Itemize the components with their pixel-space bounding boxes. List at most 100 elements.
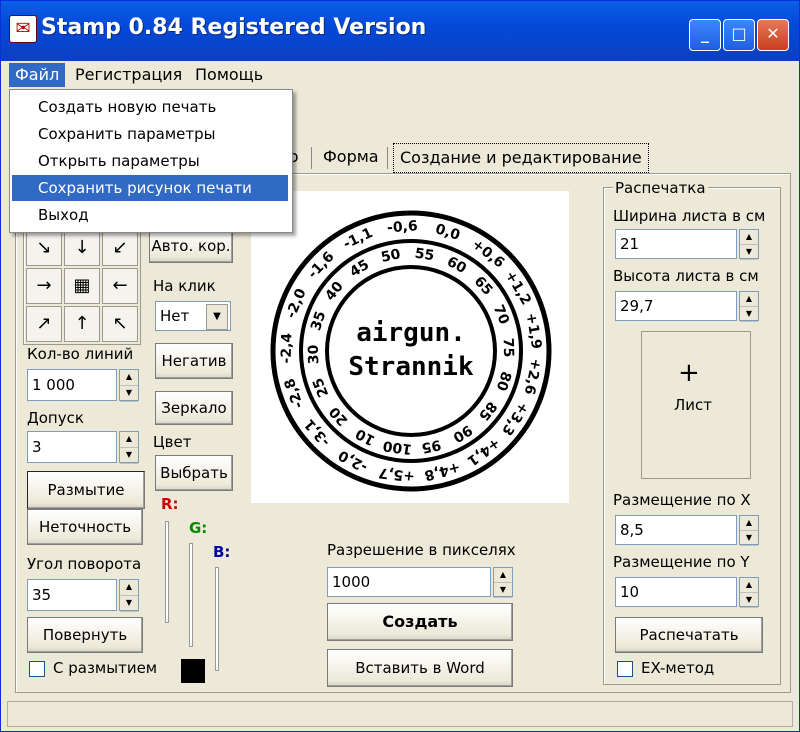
rotation-angle-spinner[interactable]: ▲ ▼ bbox=[119, 579, 139, 612]
arrow-up-right-icon[interactable]: ↗ bbox=[26, 306, 62, 342]
maximize-button[interactable]: □ bbox=[723, 19, 755, 51]
stamp-number: 0,0 bbox=[433, 221, 462, 244]
on-click-label: На клик bbox=[153, 277, 216, 295]
lines-count-spinner[interactable]: ▲ ▼ bbox=[119, 369, 139, 402]
crosshair-icon: + bbox=[678, 358, 700, 388]
tab-create-edit[interactable]: Создание и редактирование bbox=[393, 143, 649, 173]
red-slider[interactable] bbox=[165, 521, 169, 623]
sheet-width-spinner[interactable]: ▲ ▼ bbox=[739, 229, 759, 260]
stamp-number: 95 bbox=[420, 436, 442, 456]
pos-y-input[interactable]: 10 bbox=[615, 577, 737, 607]
print-button[interactable]: Распечатать bbox=[615, 617, 763, 653]
menu-item-new-stamp[interactable]: Создать новую печать bbox=[12, 94, 288, 120]
sheet-width-input[interactable]: 21 bbox=[615, 229, 737, 259]
resolution-input[interactable]: 1000 bbox=[327, 567, 491, 597]
center-grid-icon[interactable]: ▦ bbox=[64, 268, 100, 304]
spin-down-icon[interactable]: ▼ bbox=[120, 386, 138, 402]
spin-up-icon[interactable]: ▲ bbox=[740, 578, 758, 593]
stamp-middle-ring bbox=[299, 239, 523, 463]
spin-down-icon[interactable]: ▼ bbox=[740, 307, 758, 322]
ex-method-checkbox[interactable] bbox=[617, 661, 633, 677]
auto-correct-button[interactable]: Авто. кор. bbox=[149, 229, 233, 263]
arrow-down-icon[interactable]: ↓ bbox=[64, 230, 100, 266]
menu-item-exit[interactable]: Выход bbox=[12, 202, 288, 228]
spin-down-icon[interactable]: ▼ bbox=[120, 448, 138, 464]
stamp-number: 30 bbox=[306, 344, 323, 364]
on-click-select[interactable]: Нет ▼ bbox=[155, 301, 231, 331]
rotation-angle-input[interactable]: 35 bbox=[27, 579, 117, 611]
blur-checkbox[interactable] bbox=[29, 661, 45, 677]
chevron-down-icon[interactable]: ▼ bbox=[206, 304, 228, 330]
close-button[interactable]: ✕ bbox=[757, 19, 789, 51]
stamp-inner-ring bbox=[325, 265, 497, 437]
sheet-width-label: Ширина листа в см bbox=[613, 207, 766, 225]
spin-down-icon[interactable]: ▼ bbox=[494, 583, 512, 598]
lines-count-input[interactable]: 1 000 bbox=[27, 369, 117, 401]
spin-up-icon[interactable]: ▲ bbox=[120, 580, 138, 596]
pos-y-spinner[interactable]: ▲ ▼ bbox=[739, 577, 759, 608]
create-button[interactable]: Создать bbox=[327, 603, 513, 641]
minimize-button[interactable]: _ bbox=[689, 19, 721, 51]
green-slider[interactable] bbox=[189, 543, 193, 647]
stamp-number: 35 bbox=[308, 309, 329, 332]
title-bar[interactable]: ✉ Stamp 0.84 Registered Version _ □ ✕ bbox=[1, 1, 799, 61]
spin-up-icon[interactable]: ▲ bbox=[740, 516, 758, 531]
blur-checkbox-label: С размытием bbox=[53, 659, 158, 677]
spin-up-icon[interactable]: ▲ bbox=[120, 370, 138, 386]
arrow-down-right-icon[interactable]: ↘ bbox=[26, 230, 62, 266]
menu-item-save-params[interactable]: Сохранить параметры bbox=[12, 121, 288, 147]
rotation-angle-label: Угол поворота bbox=[27, 555, 142, 573]
choose-color-button[interactable]: Выбрать bbox=[155, 455, 233, 491]
stamp-number: 75 bbox=[500, 338, 517, 358]
color-swatch bbox=[181, 659, 205, 683]
sheet-height-label: Высота листа в см bbox=[613, 267, 759, 285]
negative-button[interactable]: Негатив bbox=[155, 343, 233, 379]
rotate-button[interactable]: Повернуть bbox=[27, 617, 143, 653]
menu-item-open-params[interactable]: Открыть параметры bbox=[12, 148, 288, 174]
tolerance-spinner[interactable]: ▲ ▼ bbox=[119, 431, 139, 464]
tab-shape[interactable]: Форма bbox=[323, 143, 379, 171]
spin-up-icon[interactable]: ▲ bbox=[120, 432, 138, 448]
spin-up-icon[interactable]: ▲ bbox=[740, 292, 758, 307]
spin-up-icon[interactable]: ▲ bbox=[740, 230, 758, 245]
print-group-label: Распечатка bbox=[613, 179, 708, 197]
spin-down-icon[interactable]: ▼ bbox=[740, 531, 758, 546]
stamp-number: +4,1 bbox=[464, 434, 503, 468]
inaccuracy-button[interactable]: Неточность bbox=[27, 509, 143, 545]
tolerance-label: Допуск bbox=[27, 409, 84, 427]
arrow-up-left-icon[interactable]: ↖ bbox=[102, 306, 138, 342]
mirror-button[interactable]: Зеркало bbox=[155, 391, 233, 425]
stamp-preview[interactable]: -0,6 0,0 +0,6 +1,2 +1,9 +2,6 +3,3 +4,1 +4,8 +5,7-… bbox=[251, 191, 569, 503]
ex-method-label: EX-метод bbox=[641, 659, 715, 677]
insert-word-button[interactable]: Вставить в Word bbox=[327, 649, 513, 687]
stamp-image: -0,6 0,0+0,6+1,2+1,9+2,6+3,3+4,1+4,8+5,7-… bbox=[270, 210, 552, 492]
arrow-down-left-icon[interactable]: ↙ bbox=[102, 230, 138, 266]
arrow-left-icon[interactable]: ← bbox=[102, 268, 138, 304]
menu-help[interactable]: Помощь bbox=[189, 63, 269, 87]
resolution-spinner[interactable]: ▲ ▼ bbox=[493, 567, 513, 598]
spin-up-icon[interactable]: ▲ bbox=[494, 568, 512, 583]
on-click-value: Нет bbox=[160, 307, 190, 325]
spin-down-icon[interactable]: ▼ bbox=[740, 593, 758, 608]
pos-x-spinner[interactable]: ▲ ▼ bbox=[739, 515, 759, 546]
lines-count-label: Кол-во линий bbox=[27, 345, 134, 363]
stamp-text-line1: airgun. bbox=[356, 318, 466, 348]
green-label: G: bbox=[189, 519, 208, 537]
stamp-number: +0,6 bbox=[469, 236, 508, 271]
menu-registration[interactable]: Регистрация bbox=[69, 63, 188, 87]
sheet-height-input[interactable]: 29,7 bbox=[615, 291, 737, 321]
app-window: ✉ Stamp 0.84 Registered Version _ □ ✕ Фа… bbox=[0, 0, 800, 732]
pos-x-input[interactable]: 8,5 bbox=[615, 515, 737, 545]
spin-down-icon[interactable]: ▼ bbox=[120, 596, 138, 612]
spin-down-icon[interactable]: ▼ bbox=[740, 245, 758, 260]
sheet-height-spinner[interactable]: ▲ ▼ bbox=[739, 291, 759, 322]
color-label: Цвет bbox=[153, 433, 192, 451]
blue-slider[interactable] bbox=[215, 567, 219, 671]
stamp-number: 50 bbox=[380, 246, 403, 266]
menu-file[interactable]: Файл bbox=[9, 63, 66, 87]
blur-button[interactable]: Размытие bbox=[27, 471, 145, 509]
arrow-right-icon[interactable]: → bbox=[26, 268, 62, 304]
arrow-up-icon[interactable]: ↑ bbox=[64, 306, 100, 342]
menu-item-save-image[interactable]: Сохранить рисунок печати bbox=[12, 175, 288, 201]
tolerance-input[interactable]: 3 bbox=[27, 431, 117, 463]
